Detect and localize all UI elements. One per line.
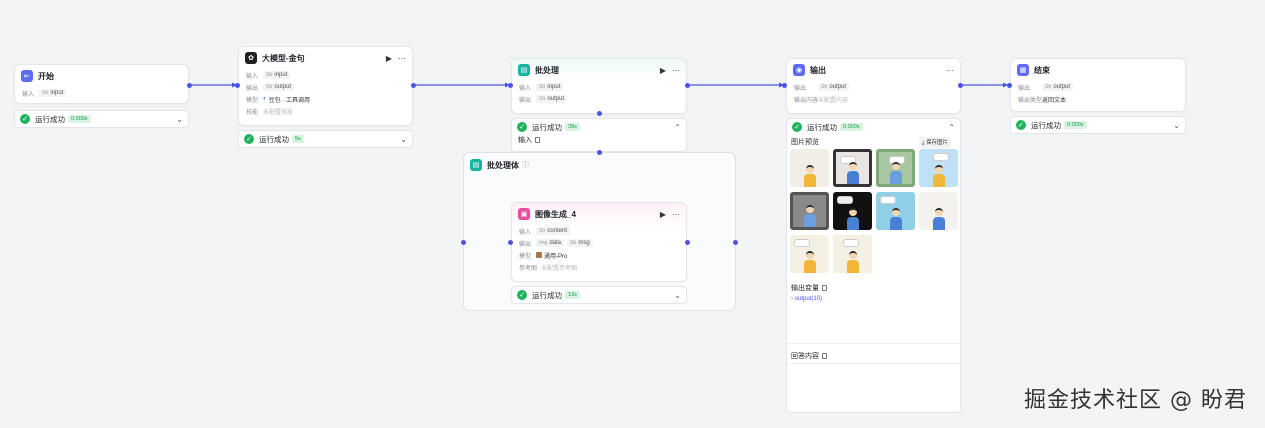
llm-node-title: 大模型-金句 [262,53,305,63]
batch-icon: ▤ [518,64,530,76]
play-icon[interactable]: ▶ [660,66,666,75]
model-icon: ◐ [263,96,267,102]
llm-node[interactable]: ✿ 大模型-金句 ▶ ··· 输入 Str input 输出 Str output 模型 ◐… [238,46,413,126]
image-icon: ▣ [518,208,530,220]
port-handle[interactable] [411,83,416,88]
preview-image[interactable] [790,149,829,187]
start-node-title: 开始 [38,71,54,81]
end-icon: ▦ [1017,64,1029,76]
divider [787,363,960,364]
more-icon[interactable]: ··· [398,54,406,63]
chevron-up-icon[interactable]: ⌃ [674,123,681,132]
success-check-icon: ✓ [517,290,527,300]
batch-node[interactable]: ▤ 批处理 ▶ ··· 输入 Str input 输出 Str output [511,58,687,114]
divider [787,343,960,344]
port-handle[interactable] [685,83,690,88]
preview-image[interactable] [790,192,829,230]
preview-image[interactable] [876,149,915,187]
start-status-bar[interactable]: ✓ 运行成功 0.000s ⌄ [14,110,189,128]
batch-status-panel[interactable]: ✓ 运行成功 39s ⌃ 输入 [511,118,687,152]
port-handle[interactable] [461,240,466,245]
batch-body-icon: ▤ [470,159,482,171]
model-thumb-icon [536,252,542,258]
chevron-down-icon[interactable]: ⌄ [1173,121,1180,130]
image-gen-node[interactable]: ▣ 图像生成_4 ▶ ··· 输入 Str content 输出 Img data Str m… [511,202,687,282]
llm-status-bar[interactable]: ✓ 运行成功 5s ⌄ [238,130,413,148]
output-node[interactable]: ◉ 输出 ··· 输出 Str output 输出内容 未配置内容 [786,58,961,114]
copy-icon[interactable] [822,353,827,359]
output-node-title: 输出 [810,65,826,75]
more-icon[interactable]: ··· [672,66,680,75]
chevron-up-icon[interactable]: ⌃ [948,123,955,132]
answer-content-label: 回答内容 [791,353,819,360]
play-icon[interactable]: ▶ [660,210,666,219]
workflow-canvas[interactable]: ⇤ 开始 输入 Str input ✓ 运行成功 0.000s ⌄ ✿ 大模型-金句… [0,0,1265,428]
port-handle[interactable] [235,83,240,88]
port-handle[interactable] [597,150,602,155]
success-check-icon: ✓ [244,134,254,144]
llm-icon: ✿ [245,52,257,64]
success-check-icon: ✓ [517,122,527,132]
chevron-down-icon[interactable]: ⌄ [400,135,407,144]
end-node-title: 结束 [1034,65,1050,75]
port-handle[interactable] [1007,83,1012,88]
batch-body-title: 批处理体 [487,160,519,170]
port-handle[interactable] [597,111,602,116]
save-image-button[interactable]: ⤓ 保存图片 [919,137,951,148]
preview-image[interactable] [833,149,872,187]
preview-image[interactable] [833,235,872,273]
more-icon[interactable]: ··· [946,66,954,75]
more-icon[interactable]: ··· [672,210,680,219]
image-gen-title: 图像生成_4 [535,209,576,219]
preview-image[interactable] [919,149,958,187]
chevron-down-icon[interactable]: ⌄ [674,291,681,300]
copy-icon[interactable] [822,285,827,291]
preview-image[interactable] [876,192,915,230]
success-check-icon: ✓ [20,114,30,124]
output-icon: ◉ [793,64,805,76]
port-handle[interactable] [782,83,787,88]
preview-image[interactable] [790,235,829,273]
port-handle[interactable] [508,240,513,245]
play-icon[interactable]: ▶ [386,54,392,63]
port-handle[interactable] [508,83,513,88]
port-handle[interactable] [958,83,963,88]
image-gen-status-bar[interactable]: ✓ 运行成功 13s ⌄ [511,286,687,304]
output-result-panel[interactable]: ✓ 运行成功 0.000s ⌃ 图片预览 ⤓ 保存图片 输出变量 › outpu… [786,118,961,413]
output-vars-label: 输出变量 [791,285,819,292]
preview-image[interactable] [833,192,872,230]
port-handle[interactable] [733,240,738,245]
success-check-icon: ✓ [1016,120,1026,130]
chevron-down-icon[interactable]: ⌄ [176,115,183,124]
end-node[interactable]: ▦ 结束 输出 Str output 输出类型 返回文本 [1010,58,1186,112]
info-icon[interactable]: ⓘ [522,160,529,170]
end-status-bar[interactable]: ✓ 运行成功 0.000s ⌄ [1010,116,1186,134]
start-node[interactable]: ⇤ 开始 输入 Str input [14,64,189,104]
port-handle[interactable] [685,240,690,245]
start-icon: ⇤ [21,70,33,82]
start-input-row: 输入 Str input [22,87,181,99]
batch-node-title: 批处理 [535,65,559,75]
output-var-item[interactable]: › output(10) [791,296,822,302]
watermark: 掘金技术社区 @ 盼君 [1024,388,1247,413]
success-check-icon: ✓ [792,122,802,132]
port-handle[interactable] [187,83,192,88]
copy-icon[interactable] [535,137,540,143]
preview-image[interactable] [919,192,958,230]
time-badge: 0.000s [68,115,91,123]
